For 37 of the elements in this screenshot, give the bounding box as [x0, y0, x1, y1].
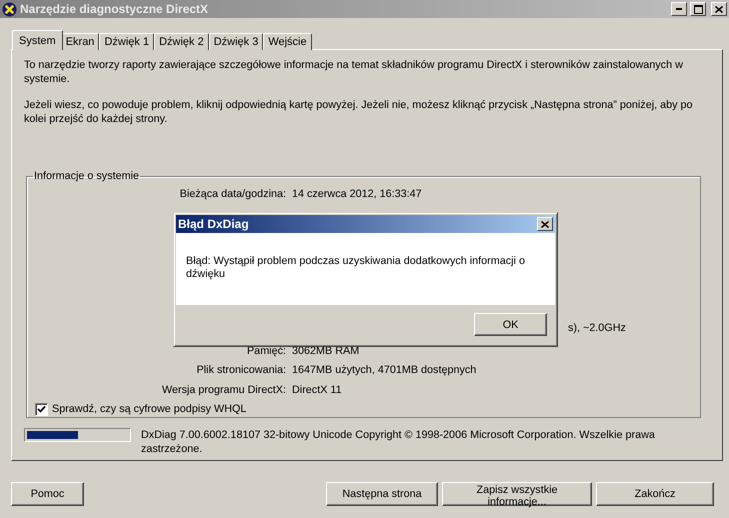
minimize-icon	[676, 8, 682, 10]
close-button[interactable]	[537, 217, 553, 231]
tab[interactable]: System	[12, 30, 63, 50]
intro-text: Jeżeli wiesz, co powoduje problem, kliknij odpowiednią kartę powyżej. Jeżeli nie, możesz kliknąć przycisk „Następna strona” poniżej, aby po kolei przejść do każdej strony.	[24, 98, 694, 126]
dialog-button[interactable]: Pomoc	[11, 482, 84, 506]
close-button[interactable]	[711, 2, 727, 16]
window-title: Narzędzie diagnostyczne DirectX	[20, 2, 210, 16]
close-icon	[541, 220, 549, 228]
info-value: 14 czerwca 2012, 16:33:47	[292, 188, 422, 200]
info-label: Pamięć:	[246, 344, 286, 357]
error-message: Błąd: Wystąpił problem podczas uzyskiwania dodatkowych informacji o dźwięku	[186, 255, 526, 281]
tab[interactable]: Ekran	[60, 33, 100, 50]
info-label: Plik stronicowania:	[196, 364, 286, 376]
checkbox-label: Sprawdź, czy są cyfrowe podpisy WHQL	[52, 403, 246, 415]
whql-checkbox[interactable]	[35, 402, 48, 416]
info-label: Bieżąca data/godzina:	[178, 188, 286, 200]
dialog-button[interactable]: Następna strona	[326, 482, 438, 506]
intro-text: To narzędzie tworzy raporty zawierające szczegółowe informacje na temat składników programu DirectX i sterowników zainstalowanych w systemie.	[24, 58, 684, 86]
maximize-button[interactable]	[690, 2, 706, 16]
close-icon	[715, 6, 723, 12]
tab[interactable]: Dźwięk 2	[154, 33, 209, 50]
dialog-button[interactable]: Zapisz wszystkie informacje...	[442, 482, 592, 506]
info-value: 1647MB użytych, 4701MB dostępnych	[292, 364, 476, 376]
info-value: DirectX 11	[292, 384, 342, 396]
tab[interactable]: Dźwięk 3	[208, 33, 264, 50]
copyright-text: DxDiag 7.00.6002.18107 32-bitowy Unicode Copyright © 1998-2006 Microsoft Corporation. Wszelkie prawa zastrzeżone.	[141, 428, 656, 456]
dialog-button[interactable]: Zakończ	[596, 482, 714, 506]
dialog-title: Błąd DxDiag	[178, 217, 250, 231]
minimize-button[interactable]	[671, 2, 687, 16]
info-value: s), ~2.0GHz	[568, 322, 626, 334]
maximize-icon	[694, 4, 702, 14]
directx-x-icon	[2, 2, 17, 16]
group-title: Informacje o systemie	[33, 170, 140, 182]
tab[interactable]: Wejście	[263, 33, 312, 50]
tab[interactable]: Dźwięk 1	[99, 33, 154, 50]
info-label: Wersja programu DirectX:	[160, 384, 286, 396]
ok-button[interactable]: OK	[474, 313, 547, 336]
